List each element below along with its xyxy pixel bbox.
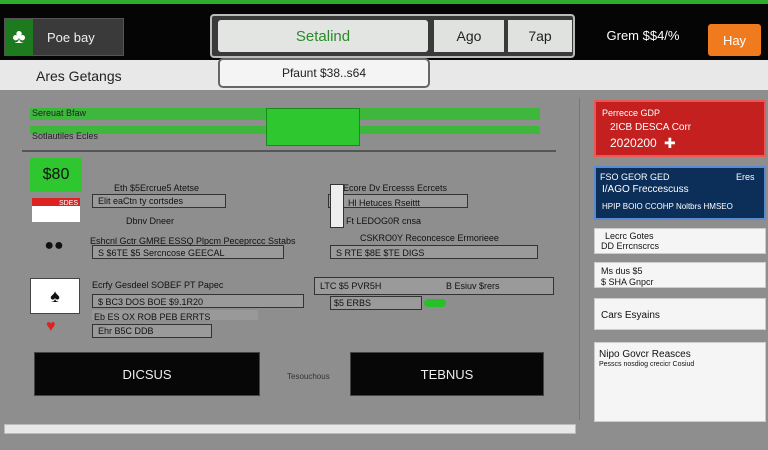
search-input[interactable]: Pfaunt $38..s64 <box>218 58 430 88</box>
row-label: Eb ES OX ROB PEB ERRTS <box>94 312 211 322</box>
row-label: F$ Ecore Dv Ercesss Ecrcets <box>330 183 448 193</box>
plus-icon: ✚ <box>664 135 676 151</box>
promo-card-red[interactable]: Perrecce GDP 2ICB DESCA Corr 2020200 ✚ <box>594 100 766 157</box>
promo-line-1: FSO GEOR GED <box>600 172 670 182</box>
spade-icon: ●● <box>44 237 64 254</box>
side-item-title: Cars Esyains <box>601 310 660 321</box>
balance-display: Grem $$4/% <box>606 28 680 43</box>
dicsus-button[interactable]: DICSUS <box>34 352 260 396</box>
promo-line-3: 2020200 <box>610 136 657 150</box>
side-item-sub: Pesscs nosdiog crecicr Cosiud <box>599 361 695 368</box>
row-label: LTC $5 PVR5H <box>320 281 382 291</box>
odds-badge: $80 <box>30 158 82 192</box>
page-title: Ares Getangs <box>36 68 122 84</box>
mid-label: Tesouchous <box>287 372 330 381</box>
tebnus-button[interactable]: TEBNUS <box>350 352 544 396</box>
tab-setalind[interactable]: Setalind <box>218 20 428 52</box>
header-label-1: Sereuat Bfaw <box>32 108 87 118</box>
brand-label: Poe bay <box>47 29 95 45</box>
promo-line-3: HPIP BOIO CCOHP Noltbrs HMSEO <box>602 202 733 211</box>
row-label: CSKRO0Y Reconcesce Ermorieee <box>360 233 499 243</box>
row-field-text: S $6TE $5 Sercncose GEECAL <box>98 248 225 258</box>
row-field-text: $5 ERBS <box>334 298 372 308</box>
row-field-text: Hl Hetuces Rseittt <box>348 198 421 208</box>
spade-icon: ♠ <box>30 278 80 314</box>
promo-line-2: I/AGO Freccescuss <box>602 184 689 195</box>
top-bar: ♣ Poe bay Setalind Ago 7ap Grem $$4/% Ha… <box>0 0 768 60</box>
side-item-title: Lecrc Gotes <box>605 231 654 241</box>
clover-icon: ♣ <box>5 19 33 55</box>
row-field-text: Elit eaCtn ty cortsdes <box>98 196 184 206</box>
side-item[interactable]: Cars Esyains <box>594 298 766 330</box>
promo-line-1: Perrecce GDP <box>602 108 661 118</box>
divider <box>22 150 556 152</box>
row-label: Ecrfy Gesdeel SOBEF PT Papec <box>92 280 224 290</box>
tab-strip: Setalind Ago 7ap <box>210 14 575 58</box>
side-item[interactable]: Ms dus $5 $ SHA Gnpcr <box>594 262 766 288</box>
side-item[interactable]: Lecrc Gotes DD Errcnscrcs <box>594 228 766 254</box>
hay-button[interactable]: Hay <box>708 24 761 56</box>
row-field-text: B Esiuv $rers <box>446 281 500 291</box>
status-toggle[interactable] <box>424 299 446 307</box>
side-item-sub: DD Errcnscrcs <box>601 241 659 251</box>
side-item-title: Ms dus $5 <box>601 266 643 276</box>
tab-ago[interactable]: Ago <box>434 20 504 52</box>
heart-icon: ♥ <box>46 318 56 335</box>
side-item-title: Nipo Govcr Reasces <box>599 349 691 360</box>
side-item-sub: $ SHA Gnpcr <box>601 277 654 287</box>
row-field-text: $ BC3 DOS BOE $9.1R20 <box>98 297 204 307</box>
row-label: Dbnv Dneer <box>126 216 175 226</box>
promo-card-blue[interactable]: FSO GEOR GED I/AGO Freccescuss HPIP BOIO… <box>594 166 766 220</box>
flag-icon: SDES <box>32 198 80 222</box>
highlight-block[interactable] <box>266 108 360 146</box>
row-label: Ft LEDOG0R cnsa <box>346 216 422 226</box>
row-field-text: Ehr B5C DDB <box>98 326 154 336</box>
promo-tag: Eres <box>736 172 755 182</box>
footer-bar <box>4 424 576 434</box>
vertical-slider[interactable] <box>330 184 344 228</box>
header-label-2: Sotlautiles Ecles <box>32 131 99 141</box>
flag-text: SDES <box>58 200 78 207</box>
row-label: Eth $5Ercrue5 Atetse <box>114 183 200 193</box>
brand[interactable]: ♣ Poe bay <box>4 18 124 56</box>
promo-line-2: 2ICB DESCA Corr <box>610 122 692 133</box>
side-item[interactable]: Nipo Govcr Reasces Pesscs nosdiog crecic… <box>594 342 766 422</box>
tab-7ap[interactable]: 7ap <box>508 20 572 52</box>
row-field-text: S RTE $8E $TE DIGS <box>336 248 425 258</box>
